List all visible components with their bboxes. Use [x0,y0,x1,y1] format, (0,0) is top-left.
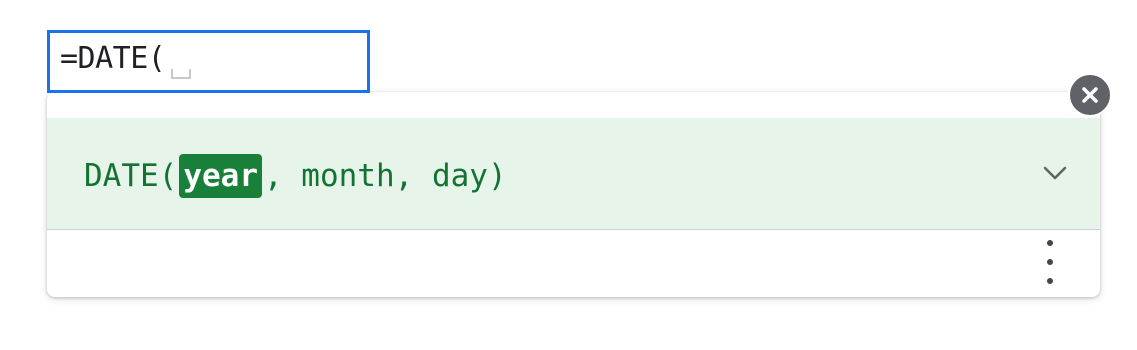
close-help-button[interactable] [1068,73,1112,117]
sheet-canvas: =DATE( DATE(year, month, day) [0,0,1137,350]
more-vert-icon [1047,240,1053,246]
more-vert-dot [1047,259,1053,265]
formula-text: =DATE( [60,41,166,76]
expand-button[interactable] [1040,158,1070,188]
remaining-arguments: , month, day) [263,158,507,194]
active-argument: year [179,154,262,198]
more-vert-dot [1047,278,1053,284]
cell-formula-editor[interactable]: =DATE( [47,30,370,93]
chevron-down-icon [1043,166,1067,180]
function-signature: DATE(year, month, day) [84,148,507,204]
function-name: DATE( [84,158,178,194]
space-marker-icon [171,68,192,79]
more-options-button[interactable] [1040,240,1060,284]
close-icon [1082,87,1098,103]
function-signature-row[interactable]: DATE(year, month, day) [47,118,1100,230]
formula-help-popup: DATE(year, month, day) [47,92,1100,297]
